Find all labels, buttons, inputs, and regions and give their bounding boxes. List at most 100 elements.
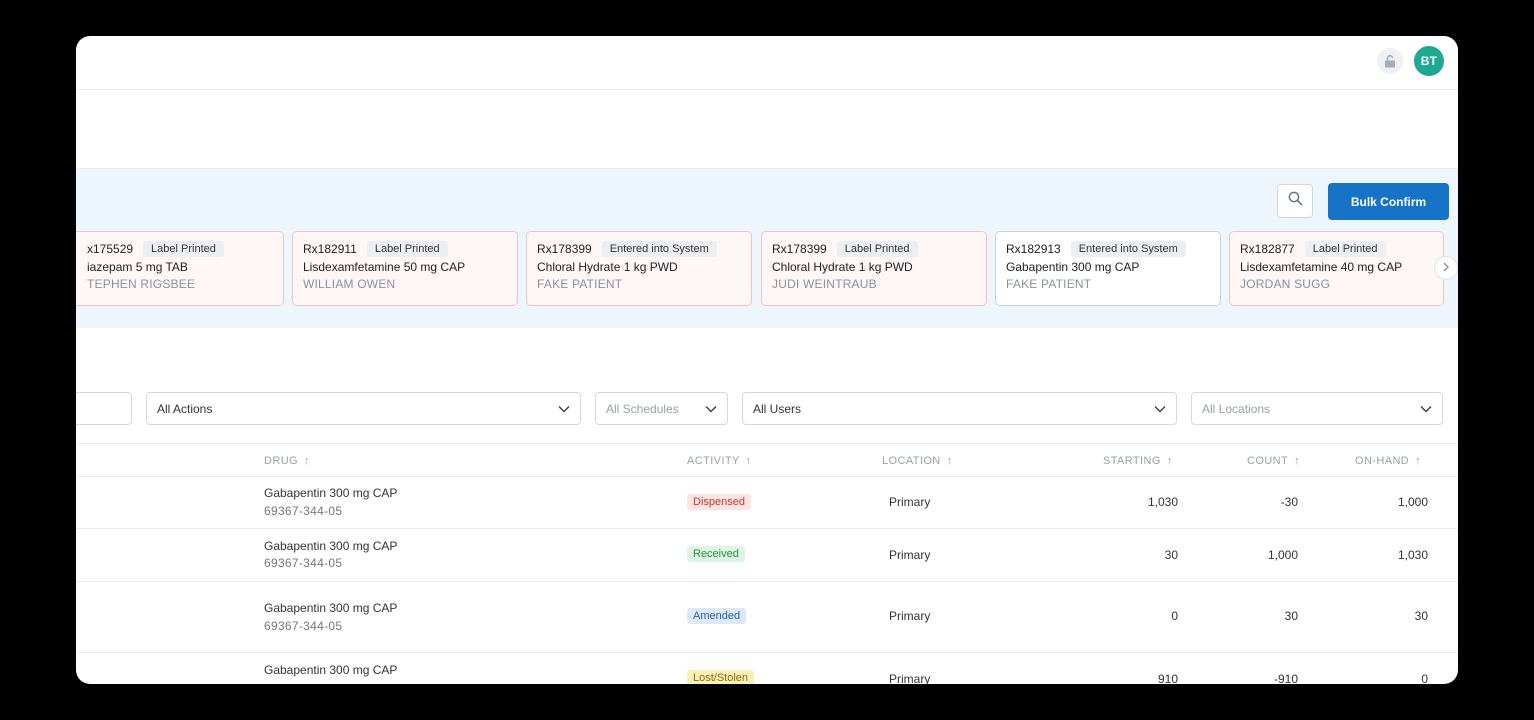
rx-patient: JUDI WEINTRAUB: [772, 277, 877, 291]
rx-drug: Lisdexamfetamine 40 mg CAP: [1240, 260, 1403, 274]
location-cell: Primary: [889, 609, 931, 623]
sort-arrow-icon: ↑: [1166, 455, 1173, 467]
rx-number: Rx178399: [772, 242, 827, 256]
app-window: BT Bulk Confirm x175529 Label Printed iaz…: [76, 36, 1458, 684]
starting-cell: 910: [1157, 672, 1178, 684]
location-cell: Primary: [889, 495, 931, 509]
starting-cell: 0: [1171, 609, 1178, 623]
column-label: DRUG: [264, 455, 298, 467]
actions-filter-value: All Actions: [157, 401, 213, 416]
date-filter-input[interactable]: [76, 392, 132, 425]
locations-filter-value: All Locations: [1202, 401, 1271, 416]
drug-name: Gabapentin 300 mg CAP: [264, 663, 398, 677]
rx-drug: Chloral Hydrate 1 kg PWD: [772, 260, 913, 274]
actions-filter-select[interactable]: All Actions: [146, 392, 581, 425]
table-row[interactable]: Gabapentin 300 mg CAP Lost/Stolen Primar…: [76, 653, 1458, 684]
rx-status-tag: Label Printed: [366, 241, 448, 257]
drug-ndc: 69367-344-05: [264, 556, 343, 570]
carousel-next-button[interactable]: [1434, 256, 1458, 280]
sort-arrow-icon: ↑: [745, 455, 752, 467]
chevron-down-icon: [1420, 402, 1432, 416]
rx-status-tag: Label Printed: [836, 241, 918, 257]
rx-number: Rx178399: [537, 242, 592, 256]
activity-badge: Lost/Stolen: [687, 670, 755, 684]
chevron-right-icon: [1442, 259, 1450, 277]
schedules-filter-value: All Schedules: [606, 401, 679, 416]
lock-open-icon[interactable]: [1377, 48, 1403, 74]
rx-number: x175529: [87, 242, 134, 256]
rx-patient: TEPHEN RIGSBEE: [87, 277, 196, 291]
drug-ndc: 69367-344-05: [264, 504, 343, 518]
rx-card[interactable]: Rx182913 Entered into System Gabapentin 3…: [995, 231, 1221, 306]
column-header-location[interactable]: LOCATION ↑: [882, 455, 953, 467]
table-header: DRUG ↑ ACTIVITY ↑ LOCATION ↑ STARTING ↑ COUN…: [76, 443, 1458, 477]
rx-card[interactable]: Rx182911 Label Printed Lisdexamfetamine 5…: [292, 231, 518, 306]
sort-arrow-icon: ↑: [946, 455, 953, 467]
rx-patient: FAKE PATIENT: [537, 277, 623, 291]
column-header-starting[interactable]: STARTING ↑: [1103, 455, 1173, 467]
search-icon: [1288, 191, 1303, 211]
table-row[interactable]: Gabapentin 300 mg CAP 69367-344-05 Amend…: [76, 582, 1458, 653]
onhand-cell: 1,000: [1397, 495, 1428, 509]
rx-card[interactable]: x175529 Label Printed iazepam 5 mg TAB TE…: [76, 231, 284, 306]
chevron-down-icon: [705, 402, 717, 416]
drug-name: Gabapentin 300 mg CAP: [264, 486, 398, 500]
column-label: ACTIVITY: [687, 455, 740, 467]
column-label: COUNT: [1247, 455, 1289, 467]
column-header-onhand[interactable]: ON-HAND ↑: [1355, 455, 1421, 467]
column-header-drug[interactable]: DRUG ↑: [264, 455, 310, 467]
rx-number: Rx182913: [1006, 242, 1061, 256]
table-row[interactable]: Gabapentin 300 mg CAP 69367-344-05 Dispe…: [76, 477, 1458, 529]
rx-drug: Chloral Hydrate 1 kg PWD: [537, 260, 678, 274]
chevron-down-icon: [1154, 402, 1166, 416]
sort-arrow-icon: ↑: [1415, 455, 1422, 467]
schedules-filter-select[interactable]: All Schedules: [595, 392, 728, 425]
onhand-cell: 30: [1414, 609, 1428, 623]
rx-card[interactable]: Rx178399 Label Printed Chloral Hydrate 1 …: [761, 231, 987, 306]
onhand-cell: 0: [1421, 672, 1428, 684]
rx-patient: WILLIAM OWEN: [303, 277, 396, 291]
starting-cell: 30: [1164, 548, 1178, 562]
top-bar: BT: [76, 36, 1458, 90]
column-header-activity[interactable]: ACTIVITY ↑: [687, 455, 752, 467]
locations-filter-select[interactable]: All Locations: [1191, 392, 1443, 425]
column-label: ON-HAND: [1355, 455, 1410, 467]
location-cell: Primary: [889, 548, 931, 562]
location-cell: Primary: [889, 672, 931, 684]
drug-ndc: 69367-344-05: [264, 619, 343, 633]
count-cell: 1,000: [1267, 548, 1298, 562]
chevron-down-icon: [558, 402, 570, 416]
column-label: LOCATION: [882, 455, 941, 467]
rx-patient: JORDAN SUGG: [1240, 277, 1331, 291]
search-button[interactable]: [1277, 184, 1313, 218]
user-avatar[interactable]: BT: [1414, 46, 1444, 76]
rx-drug: Gabapentin 300 mg CAP: [1006, 260, 1140, 274]
bulk-confirm-button[interactable]: Bulk Confirm: [1328, 183, 1449, 220]
users-filter-value: All Users: [753, 401, 802, 416]
table-row[interactable]: Gabapentin 300 mg CAP 69367-344-05 Recei…: [76, 529, 1458, 582]
column-header-count[interactable]: COUNT ↑: [1247, 455, 1300, 467]
rx-card[interactable]: Rx178399 Entered into System Chloral Hydr…: [526, 231, 752, 306]
drug-name: Gabapentin 300 mg CAP: [264, 539, 398, 553]
onhand-cell: 1,030: [1397, 548, 1428, 562]
rx-number: Rx182911: [303, 242, 357, 256]
count-cell: -30: [1280, 495, 1298, 509]
rx-status-tag: Entered into System: [1070, 241, 1186, 257]
rx-status-tag: Label Printed: [1304, 241, 1386, 257]
activity-badge: Dispensed: [687, 494, 751, 510]
count-cell: 30: [1284, 609, 1298, 623]
sort-arrow-icon: ↑: [304, 455, 310, 467]
users-filter-select[interactable]: All Users: [742, 392, 1177, 425]
rx-card[interactable]: Rx182877 Label Printed Lisdexamfetamine 4…: [1229, 231, 1444, 306]
rx-drug: Lisdexamfetamine 50 mg CAP: [303, 260, 466, 274]
drug-name: Gabapentin 300 mg CAP: [264, 601, 398, 615]
column-label: STARTING: [1103, 455, 1161, 467]
count-cell: -910: [1273, 672, 1298, 684]
starting-cell: 1,030: [1147, 495, 1178, 509]
activity-badge: Amended: [687, 608, 747, 624]
activity-badge: Received: [687, 546, 745, 562]
rx-status-tag: Label Printed: [143, 241, 224, 257]
rx-drug: iazepam 5 mg TAB: [87, 260, 188, 274]
rx-patient: FAKE PATIENT: [1006, 277, 1092, 291]
rx-number: Rx182877: [1240, 242, 1295, 256]
